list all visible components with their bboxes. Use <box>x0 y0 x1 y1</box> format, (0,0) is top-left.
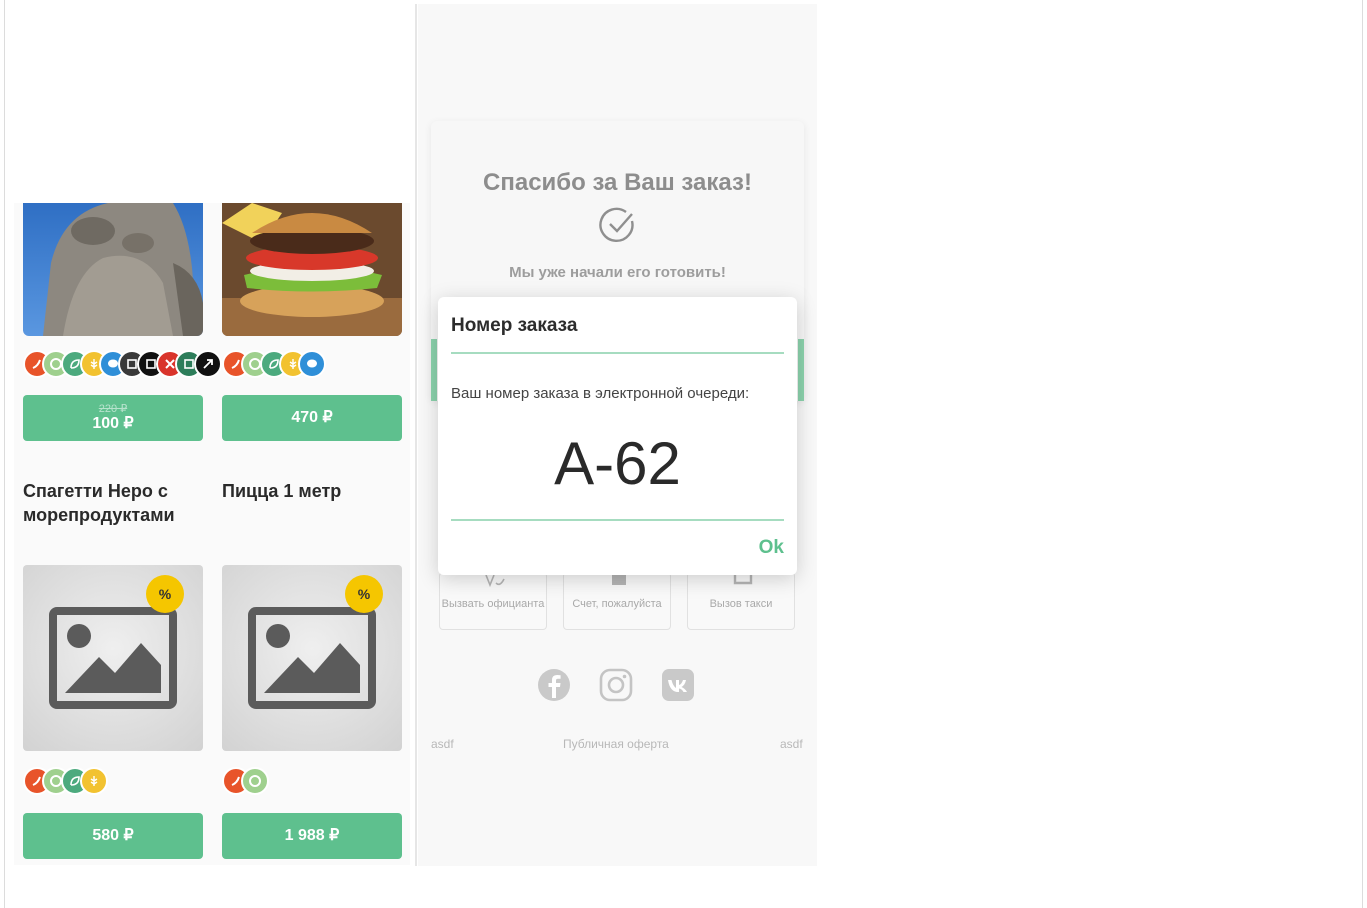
product-photo[interactable] <box>23 203 203 336</box>
discount-badge: % <box>146 575 184 613</box>
call-waiter-button[interactable]: Вызвать официанта <box>439 572 547 630</box>
image-placeholder[interactable]: % <box>222 565 402 751</box>
vk-icon[interactable] <box>661 668 695 702</box>
public-offer-link[interactable]: Публичная оферта <box>563 737 669 751</box>
image-placeholder[interactable]: % <box>23 565 203 751</box>
price-button[interactable]: 220 ₽ 100 ₽ <box>23 395 203 441</box>
price-button[interactable]: 580 ₽ <box>23 813 203 859</box>
frame-left-border <box>4 0 5 908</box>
footer-link-left[interactable]: asdf <box>431 737 454 751</box>
order-number: А-62 <box>554 430 681 497</box>
price-button[interactable]: 1 988 ₽ <box>222 813 402 859</box>
price-label: 470 ₽ <box>291 409 333 426</box>
chat-icon <box>298 350 326 378</box>
button-edge <box>431 339 437 401</box>
waiter-icon <box>485 575 505 587</box>
panel-divider <box>415 4 417 866</box>
dialog-divider <box>451 519 784 521</box>
dialog-title: Номер заказа <box>451 315 578 336</box>
dialog-text: Ваш номер заказа в электронной очереди: <box>451 385 750 402</box>
check-circle-icon <box>598 205 638 245</box>
call-taxi-button[interactable]: Вызов такси <box>687 572 795 630</box>
product-tags <box>222 767 269 797</box>
thanks-title: Спасибо за Ваш заказ! <box>483 169 752 196</box>
footer-link-right[interactable]: asdf <box>780 737 803 751</box>
image-placeholder-icon <box>49 607 177 709</box>
price-label: 580 ₽ <box>92 827 134 844</box>
ok-button[interactable]: Ok <box>759 537 784 559</box>
price-label: 100 ₽ <box>92 415 134 432</box>
product-title[interactable]: Пицца 1 метр <box>222 479 404 503</box>
call-waiter-label: Вызвать официанта <box>441 598 545 610</box>
price-button[interactable]: 470 ₽ <box>222 395 402 441</box>
bill-icon <box>612 575 626 585</box>
price-label: 1 988 ₽ <box>284 827 340 844</box>
share-icon <box>194 350 222 378</box>
call-taxi-label: Вызов такси <box>709 598 773 610</box>
product-tags <box>222 350 326 380</box>
facebook-icon[interactable] <box>537 668 571 702</box>
product-tags <box>23 767 108 797</box>
discount-badge: % <box>345 575 383 613</box>
request-bill-label: Счет, пожалуйста <box>572 598 662 610</box>
request-bill-button[interactable]: Счет, пожалуйста <box>563 572 671 630</box>
instagram-icon[interactable] <box>599 668 633 702</box>
order-number-dialog: Номер заказа Ваш номер заказа в электрон… <box>438 297 797 575</box>
old-price: 220 ₽ <box>98 403 128 415</box>
wheat-icon <box>80 767 108 795</box>
dialog-divider <box>451 352 784 354</box>
taxi-icon <box>733 575 753 585</box>
image-placeholder-icon <box>248 607 376 709</box>
menu-panel: 220 ₽ 100 ₽ 470 ₽ Спагетти Неро с морепр… <box>14 203 410 865</box>
product-title[interactable]: Спагетти Неро с морепродуктами <box>23 479 205 528</box>
thanks-subtitle: Мы уже начали его готовить! <box>509 264 726 281</box>
product-photo[interactable] <box>222 203 402 336</box>
crescent-icon <box>241 767 269 795</box>
frame-right-border <box>1362 0 1363 908</box>
product-tags <box>23 350 222 380</box>
button-edge <box>798 339 804 401</box>
